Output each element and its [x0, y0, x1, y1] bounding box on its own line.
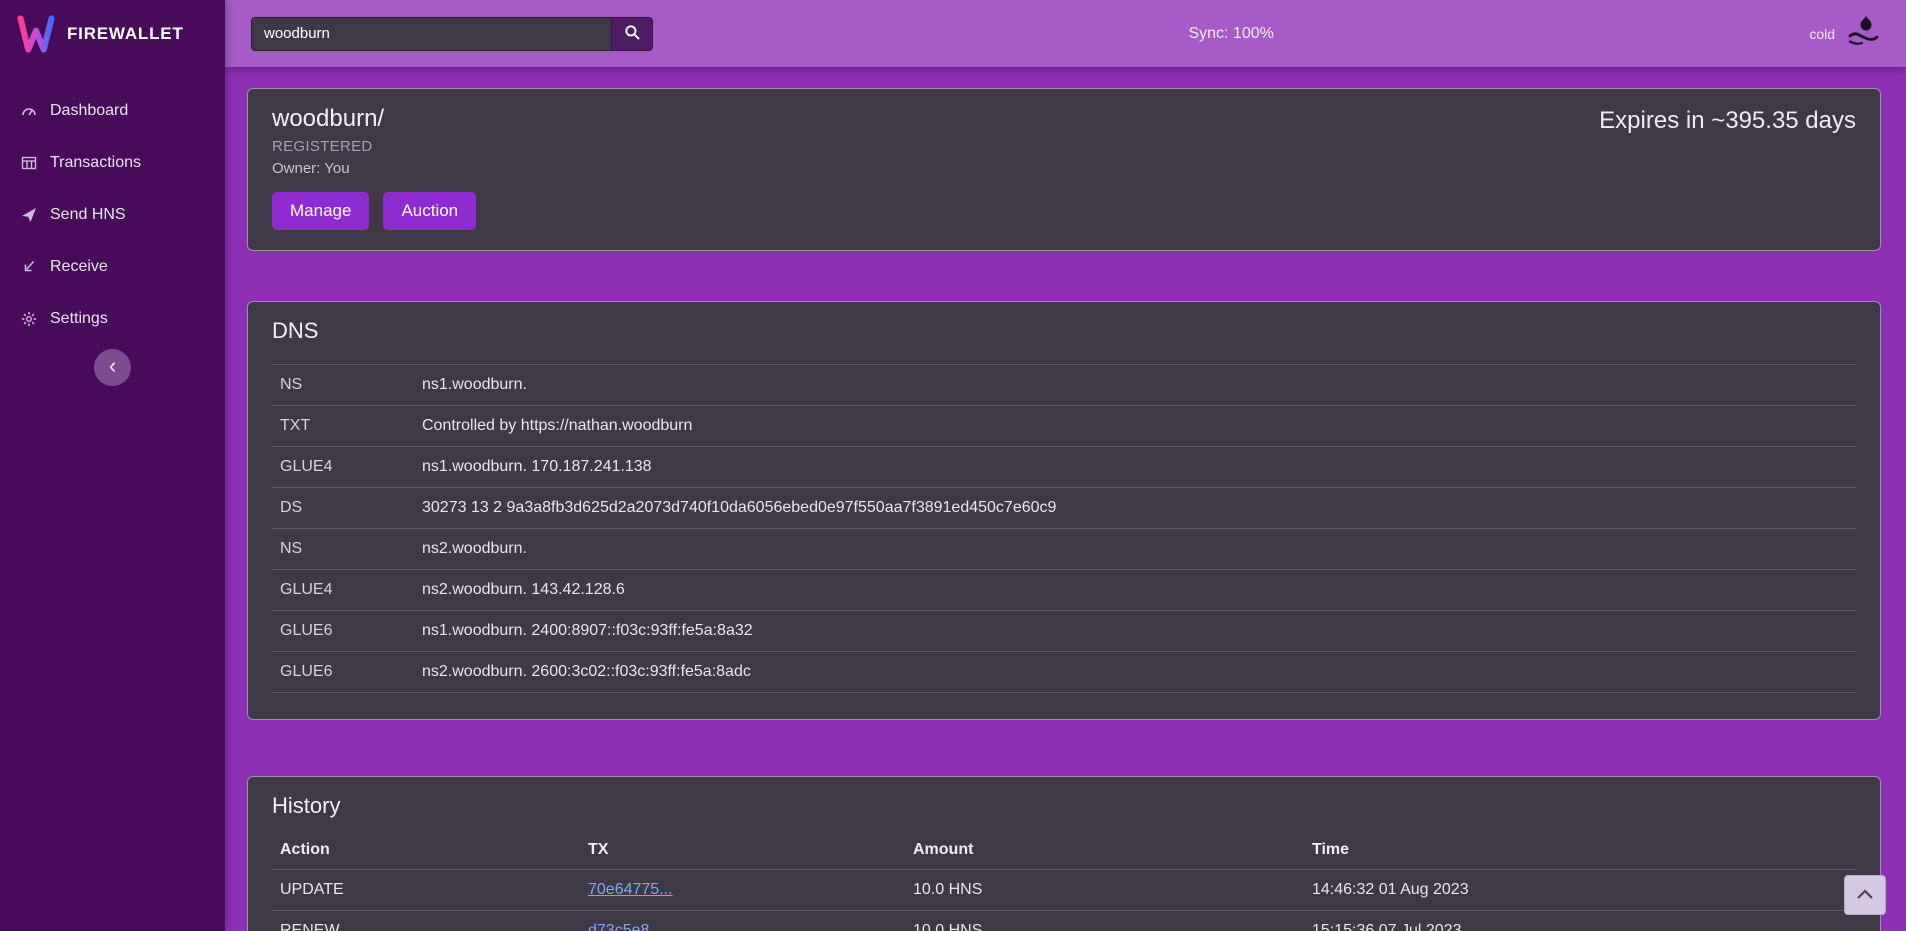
dns-record-value: ns2.woodburn. 2600:3c02::f03c:93ff:fe5a:…: [422, 663, 1848, 681]
search-group: [251, 17, 653, 51]
chevron-up-icon: [1855, 887, 1875, 904]
history-amount: 10.0 HNS: [913, 881, 1312, 899]
send-icon: [20, 207, 38, 223]
history-title: History: [272, 793, 1856, 819]
dns-record-type: NS: [280, 540, 422, 558]
domain-expiry: Expires in ~395.35 days: [1599, 107, 1856, 135]
dns-record-type: DS: [280, 499, 422, 517]
sidebar-nav: Dashboard Transactions Send HNS Receive: [0, 85, 225, 345]
main-content: woodburn/ REGISTERED Owner: You Manage A…: [225, 67, 1906, 931]
brand-name: FIREWALLET: [67, 24, 184, 44]
dns-record-row: GLUE6 ns1.woodburn. 2400:8907::f03c:93ff…: [272, 610, 1856, 651]
domain-owner: Owner: You: [272, 160, 1856, 177]
dns-record-type: TXT: [280, 417, 422, 435]
dns-record-row: NS ns2.woodburn.: [272, 528, 1856, 569]
search-icon: [624, 24, 641, 44]
manage-button[interactable]: Manage: [272, 192, 369, 230]
history-header-row: Action TX Amount Time: [272, 831, 1856, 870]
dns-record-row: DS 30273 13 2 9a3a8fb3d625d2a2073d740f10…: [272, 487, 1856, 528]
sidebar-item-receive[interactable]: Receive: [0, 241, 225, 293]
sidebar-item-label: Transactions: [50, 152, 141, 174]
search-input[interactable]: [251, 17, 611, 51]
wallet-mode: cold: [1809, 15, 1880, 52]
sidebar-item-label: Dashboard: [50, 100, 128, 122]
sidebar-item-settings[interactable]: Settings: [0, 293, 225, 345]
dns-record-type: GLUE4: [280, 581, 422, 599]
history-card: History Action TX Amount Time UPDATE 70e…: [247, 776, 1881, 931]
sidebar-item-transactions[interactable]: Transactions: [0, 137, 225, 189]
dns-record-type: NS: [280, 376, 422, 394]
domain-actions: Manage Auction: [272, 192, 1856, 230]
domain-card: woodburn/ REGISTERED Owner: You Manage A…: [247, 88, 1881, 251]
settings-icon: [20, 311, 38, 327]
history-row: RENEW d73c5e8... 10.0 HNS 15:15:36 07 Ju…: [272, 911, 1856, 931]
dns-record-value: ns1.woodburn. 2400:8907::f03c:93ff:fe5a:…: [422, 622, 1848, 640]
dns-record-value: ns1.woodburn. 170.187.241.138: [422, 458, 1848, 476]
dns-record-row: GLUE6 ns2.woodburn. 2600:3c02::f03c:93ff…: [272, 651, 1856, 693]
history-time: 15:15:36 07 Jul 2023: [1312, 922, 1848, 931]
dns-record-type: GLUE6: [280, 622, 422, 640]
dashboard-icon: [20, 103, 38, 119]
dns-record-row: TXT Controlled by https://nathan.woodbur…: [272, 405, 1856, 446]
history-action: UPDATE: [280, 881, 588, 899]
brand[interactable]: FIREWALLET: [0, 0, 225, 67]
scroll-to-top-button[interactable]: [1844, 875, 1886, 915]
dns-record-value: ns1.woodburn.: [422, 376, 1848, 394]
dns-table: NS ns1.woodburn. TXT Controlled by https…: [272, 364, 1856, 693]
search-button[interactable]: [611, 17, 653, 51]
sidebar: FIREWALLET Dashboard Transactions Send H…: [0, 0, 225, 931]
dns-record-row: NS ns1.woodburn.: [272, 364, 1856, 405]
dns-record-value: ns2.woodburn.: [422, 540, 1848, 558]
history-col-tx: TX: [588, 841, 913, 859]
sidebar-item-send-hns[interactable]: Send HNS: [0, 189, 225, 241]
dns-record-value: Controlled by https://nathan.woodburn: [422, 417, 1848, 435]
dns-card: DNS NS ns1.woodburn. TXT Controlled by h…: [247, 301, 1881, 720]
dns-record-row: GLUE4 ns2.woodburn. 143.42.128.6: [272, 569, 1856, 610]
tx-link[interactable]: 70e64775...: [588, 881, 673, 898]
history-action: RENEW: [280, 922, 588, 931]
firewallet-logo-icon: [16, 15, 56, 53]
chevron-left-icon: ‹: [109, 355, 116, 377]
history-amount: 10.0 HNS: [913, 922, 1312, 931]
sidebar-collapse-button[interactable]: ‹: [94, 349, 131, 386]
auction-button[interactable]: Auction: [383, 192, 476, 230]
sidebar-item-label: Receive: [50, 256, 108, 278]
history-row: UPDATE 70e64775... 10.0 HNS 14:46:32 01 …: [272, 870, 1856, 911]
wallet-mode-label: cold: [1809, 26, 1835, 42]
dns-record-value: ns2.woodburn. 143.42.128.6: [422, 581, 1848, 599]
transactions-icon: [20, 155, 38, 171]
dns-record-type: GLUE6: [280, 663, 422, 681]
dns-title: DNS: [272, 318, 1856, 344]
sync-status: Sync: 100%: [1188, 25, 1273, 43]
dns-record-type: GLUE4: [280, 458, 422, 476]
topbar: Sync: 100% cold: [225, 0, 1906, 67]
domain-status: REGISTERED: [272, 138, 1856, 155]
history-col-action: Action: [280, 841, 588, 859]
dns-record-row: GLUE4 ns1.woodburn. 170.187.241.138: [272, 446, 1856, 487]
history-col-time: Time: [1312, 841, 1848, 859]
hand-fire-icon: [1844, 15, 1880, 52]
dns-record-value: 30273 13 2 9a3a8fb3d625d2a2073d740f10da6…: [422, 499, 1848, 517]
sidebar-item-label: Send HNS: [50, 204, 126, 226]
sidebar-item-label: Settings: [50, 308, 108, 330]
sidebar-item-dashboard[interactable]: Dashboard: [0, 85, 225, 137]
history-time: 14:46:32 01 Aug 2023: [1312, 881, 1848, 899]
tx-link[interactable]: d73c5e8...: [588, 922, 663, 931]
receive-icon: [20, 259, 38, 275]
history-col-amount: Amount: [913, 841, 1312, 859]
